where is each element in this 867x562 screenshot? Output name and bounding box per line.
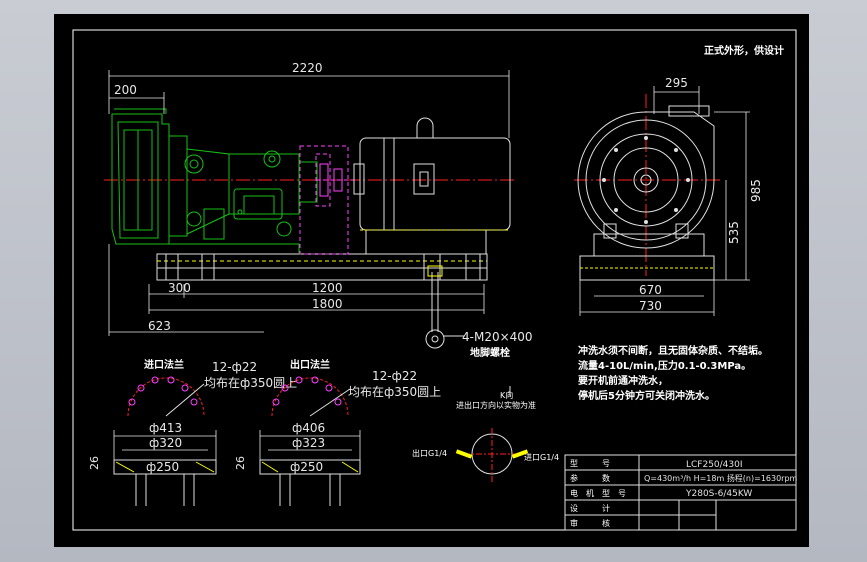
inlet-d-inner: ф250 <box>146 460 179 474</box>
side-view: 4-M20×400 地脚螺栓 2220 200 300 1200 1800 62… <box>104 61 533 359</box>
outlet-d-outer: ф406 <box>292 421 325 435</box>
flush-port-detail: K向 进出口方向以实物为准 出口G1/4 进口G1/4 <box>412 386 559 482</box>
port-right-label: 进口G1/4 <box>524 453 559 462</box>
tb-label-motor: 电 机 型 号 <box>570 488 626 498</box>
inlet-flange-title: 进口法兰 <box>144 358 184 371</box>
bolt-callout: 4-M20×400 <box>462 330 533 344</box>
drawing-canvas: 正式外形，供设计 4-M20×400 地脚螺栓 2220 200 300 120… <box>54 14 809 547</box>
anchor-bolt <box>425 265 445 349</box>
dim-shaft-height: 535 <box>727 221 741 244</box>
dim-outlet-offset: 295 <box>665 76 688 90</box>
k-view-label: K向 <box>500 390 513 400</box>
dim-base-mid: 1200 <box>312 281 343 295</box>
note-line-2: 流量4-10L/min,压力0.1-0.3MPa。 <box>578 359 751 372</box>
tb-label-model: 型 号 <box>570 459 610 468</box>
dim-base-left: 300 <box>168 281 191 295</box>
inlet-thickness: 26 <box>88 456 101 470</box>
inlet-d-mid: ф320 <box>149 436 182 450</box>
dim-base-outer: 730 <box>639 299 662 313</box>
dim-inlet-offset: 200 <box>114 83 137 97</box>
dim-height-total: 985 <box>749 179 763 202</box>
dim-base-inner: 670 <box>639 283 662 297</box>
outlet-thickness: 26 <box>234 456 247 470</box>
title-block: 型 号 LCF250/430I 参 数 Q=430m³/h H=18m 扬程(n… <box>564 454 798 531</box>
tb-value-model: LCF250/430I <box>686 460 743 470</box>
pump-casing <box>111 108 318 254</box>
inlet-d-outer: ф413 <box>149 421 182 435</box>
drawing-svg: 正式外形，供设计 4-M20×400 地脚螺栓 2220 200 300 120… <box>72 29 798 531</box>
bolt-label: 地脚螺栓 <box>470 346 510 359</box>
note-line-4: 停机后5分钟方可关闭冲洗水。 <box>578 389 715 402</box>
orientation-note: 进出口方向以实物为准 <box>456 400 536 410</box>
inlet-flange-detail: 进口法兰 12-ф22 均布在ф350圆上 ф413 ф320 ф250 26 <box>88 358 297 506</box>
note-line-1: 冲洗水须不间断，且无固体杂质、不结垢。 <box>578 344 768 357</box>
dim-overall-length: 2220 <box>292 61 323 75</box>
cad-viewport: 正式外形，供设计 4-M20×400 地脚螺栓 2220 200 300 120… <box>0 0 867 562</box>
tb-label-params: 参 数 <box>570 473 610 483</box>
outlet-flange-holes: 12-ф22 <box>372 369 417 383</box>
corner-note: 正式外形，供设计 <box>704 44 784 57</box>
outlet-flange-title: 出口法兰 <box>290 358 330 371</box>
tb-value-motor: Y280S-6/45KW <box>685 489 752 499</box>
tb-label-design: 设 计 <box>570 503 610 513</box>
end-view: 295 985 535 670 730 <box>574 76 763 316</box>
technical-notes: 冲洗水须不间断，且无固体杂质、不结垢。 流量4-10L/min,压力0.1-0.… <box>578 344 768 402</box>
tb-label-review: 审 核 <box>570 518 610 528</box>
outlet-flange-pcd: 均布在ф350圆上 <box>348 385 441 399</box>
outlet-d-mid: ф323 <box>292 436 325 450</box>
dim-base-total: 1800 <box>312 297 343 311</box>
motor <box>353 117 511 255</box>
outlet-d-inner: ф250 <box>290 460 323 474</box>
tb-value-params: Q=430m³/h H=18m 扬程(n)=1630rpm <box>644 473 798 483</box>
inlet-flange-pcd: 均布在ф350圆上 <box>204 376 297 390</box>
inlet-flange-holes: 12-ф22 <box>212 360 257 374</box>
port-left-label: 出口G1/4 <box>412 448 447 458</box>
dim-height-left: 623 <box>148 319 171 333</box>
note-line-3: 要开机前通冲洗水， <box>578 374 668 387</box>
